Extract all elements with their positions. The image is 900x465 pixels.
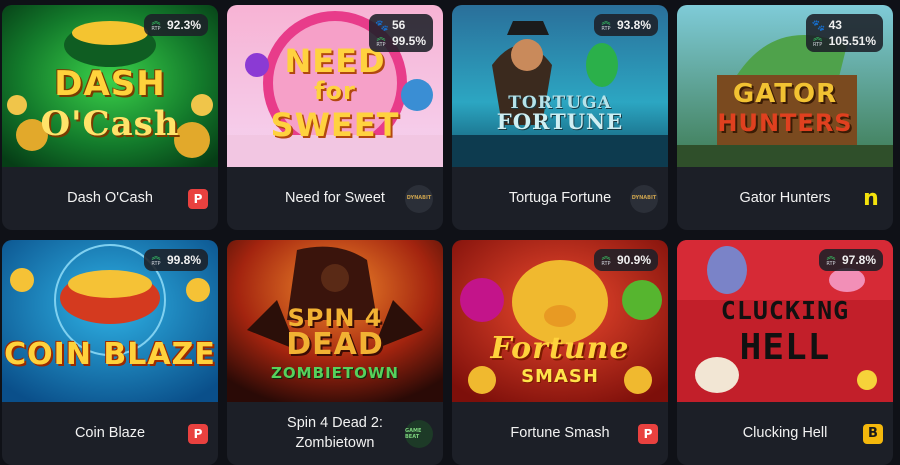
rtp-arrow-icon: ︽ RTP (151, 17, 161, 33)
art-title-line: Fortune (490, 331, 630, 366)
yellow-n-icon: n (863, 186, 879, 211)
rtp-arrow-icon: ︽ RTP (151, 252, 161, 268)
game-thumbnail[interactable]: TORTUGA FORTUNE ︽ RTP 93.8% (452, 5, 668, 167)
art-title-line: SMASH (521, 366, 599, 387)
game-card-spin-4-dead-2[interactable]: SPIN 4 DEAD ZOMBIETOWN Spin 4 Dead 2: Zo… (227, 240, 443, 465)
game-thumbnail[interactable]: SPIN 4 DEAD ZOMBIETOWN (227, 240, 443, 402)
card-footer: Coin Blaze P (2, 402, 218, 465)
card-footer: Gator Hunters n (677, 167, 893, 230)
art-title-line: O'Cash (40, 104, 180, 144)
game-thumbnail[interactable]: CLUCKING HELL ︽ RTP 97.8% (677, 240, 893, 402)
players-count: 43 (828, 18, 842, 32)
rtp-badge: ︽ RTP 90.9% (593, 249, 658, 271)
game-thumbnail[interactable]: NEED for SWEET 🐾 56 ︽ RTP 99.5% (227, 5, 443, 167)
dynamite-logo-icon: DYNABIT (630, 184, 658, 213)
rtp-value: 92.3% (166, 18, 201, 32)
rtp-value: 99.5% (391, 34, 426, 48)
card-footer: Dash O'Cash P (2, 167, 218, 230)
red-p-icon: P (188, 423, 208, 444)
rtp-value: 105.51% (828, 34, 876, 48)
rtp-value: 99.8% (166, 253, 201, 267)
rtp-arrow-icon: ︽ RTP (813, 33, 823, 49)
gamebeat-logo-icon: GAME BEAT (405, 419, 433, 448)
game-title[interactable]: Gator Hunters (739, 189, 830, 209)
art-title-line: ZOMBIETOWN (271, 364, 399, 382)
rtp-badge: ︽ RTP 92.3% (143, 14, 208, 36)
game-thumbnail[interactable]: GATOR HUNTERS 🐾 43 ︽ RTP 105.51% (677, 5, 893, 167)
game-thumbnail[interactable]: DASH O'Cash ︽ RTP 92.3% (2, 5, 218, 167)
game-title[interactable]: Tortuga Fortune (509, 189, 611, 209)
red-p-icon: P (188, 188, 208, 209)
games-grid: DASH O'Cash ︽ RTP 92.3% Dash O'Cash P NE… (0, 0, 900, 465)
art-title-line: COIN BLAZE (4, 337, 216, 372)
game-title[interactable]: Coin Blaze (75, 424, 145, 444)
art-title-line: HELL (739, 327, 831, 368)
game-card-coin-blaze[interactable]: COIN BLAZE ︽ RTP 99.8% Coin Blaze P (2, 240, 218, 465)
rtp-badge: 🐾 56 ︽ RTP 99.5% (368, 14, 433, 52)
players-count: 56 (391, 18, 406, 32)
card-footer: Spin 4 Dead 2: Zombietown GAME BEAT (227, 402, 443, 465)
card-footer: Need for Sweet DYNABIT (227, 167, 443, 230)
art-title-line: FORTUNE (496, 109, 624, 134)
card-footer: Tortuga Fortune DYNABIT (452, 167, 668, 230)
game-card-dash-ocash[interactable]: DASH O'Cash ︽ RTP 92.3% Dash O'Cash P (2, 5, 218, 230)
rtp-arrow-icon: ︽ RTP (601, 252, 611, 268)
game-card-gator-hunters[interactable]: GATOR HUNTERS 🐾 43 ︽ RTP 105.51% Gator Hu… (677, 5, 893, 230)
game-card-tortuga-fortune[interactable]: TORTUGA FORTUNE ︽ RTP 93.8% Tortuga Fortu… (452, 5, 668, 230)
game-card-fortune-smash[interactable]: Fortune SMASH ︽ RTP 90.9% Fortune Smash P (452, 240, 668, 465)
game-card-need-for-sweet[interactable]: NEED for SWEET 🐾 56 ︽ RTP 99.5% Need for … (227, 5, 443, 230)
game-title[interactable]: Fortune Smash (510, 424, 609, 444)
rtp-arrow-icon: ︽ RTP (376, 33, 386, 49)
rtp-badge: ︽ RTP 97.8% (818, 249, 883, 271)
art-title-line: SWEET (270, 106, 400, 144)
card-footer: Fortune Smash P (452, 402, 668, 465)
game-title[interactable]: Spin 4 Dead 2: Zombietown (271, 414, 399, 453)
card-footer: Clucking Hell B (677, 402, 893, 465)
game-title[interactable]: Dash O'Cash (67, 189, 153, 209)
game-thumbnail[interactable]: COIN BLAZE ︽ RTP 99.8% (2, 240, 218, 402)
game-card-clucking-hell[interactable]: CLUCKING HELL ︽ RTP 97.8% Clucking Hell B (677, 240, 893, 465)
rtp-arrow-icon: ︽ RTP (601, 17, 611, 33)
rtp-value: 93.8% (616, 18, 651, 32)
art-title-line: GATOR (732, 79, 838, 109)
game-title[interactable]: Need for Sweet (285, 189, 385, 209)
rtp-value: 97.8% (841, 253, 876, 267)
rtp-badge: ︽ RTP 93.8% (593, 14, 658, 36)
rtp-badge: 🐾 43 ︽ RTP 105.51% (805, 14, 883, 52)
yellow-b-icon: B (863, 423, 883, 444)
rtp-badge: ︽ RTP 99.8% (143, 249, 208, 271)
dynamite-logo-icon: DYNABIT (405, 184, 433, 213)
game-thumbnail[interactable]: Fortune SMASH ︽ RTP 90.9% (452, 240, 668, 402)
rtp-value: 90.9% (616, 253, 651, 267)
art-title-line: HUNTERS (717, 109, 853, 137)
art-title-line: CLUCKING (720, 296, 850, 325)
players-paw-icon: 🐾 (374, 18, 389, 32)
art-title-line: for (314, 77, 356, 105)
red-p-icon: P (638, 423, 658, 444)
game-title[interactable]: Clucking Hell (743, 424, 828, 444)
art-title-line: DEAD (286, 327, 384, 362)
rtp-arrow-icon: ︽ RTP (826, 252, 836, 268)
art-title-line: DASH (54, 64, 166, 104)
players-paw-icon: 🐾 (811, 18, 826, 32)
